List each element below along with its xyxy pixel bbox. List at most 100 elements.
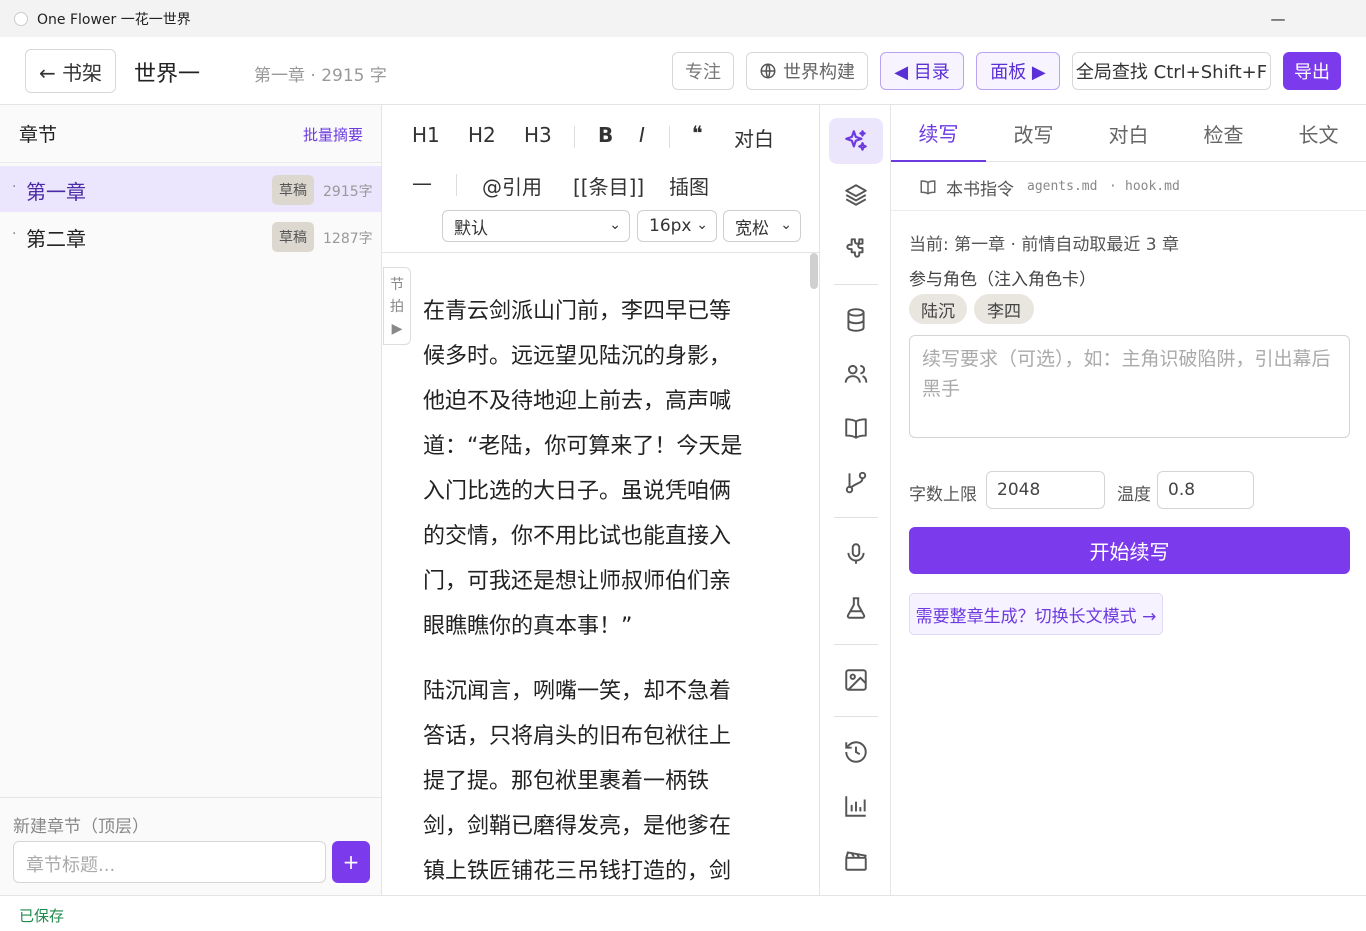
minimize-spacer [1250, 0, 1308, 37]
ai-sparkle-icon[interactable] [829, 118, 883, 164]
text-line: 候多时。远远望见陆沉的身影， [423, 344, 732, 369]
font-size-value: 16px [649, 216, 692, 236]
tab-rewrite[interactable]: 改写 [986, 105, 1081, 162]
cite-button[interactable]: @引用 [482, 171, 542, 200]
world-building-button[interactable]: 世界构建 [746, 52, 868, 90]
ai-panel: 续写 改写 对白 检查 长文 本书指令 agents.md · hook.md … [891, 105, 1366, 895]
chevron-down-icon: ⌄ [780, 217, 792, 233]
character-chip[interactable]: 陆沉 [909, 294, 967, 324]
horizontal-rule-button[interactable]: — [412, 171, 432, 195]
puzzle-icon[interactable] [829, 225, 883, 271]
chevron-down-icon: ⌄ [696, 217, 708, 233]
save-status: 已保存 [19, 907, 65, 925]
character-chip[interactable]: 李四 [974, 294, 1034, 324]
chapter-word-count: 2915字 [323, 184, 373, 200]
layers-icon[interactable] [829, 172, 883, 218]
word-limit-label: 字数上限 [909, 485, 977, 505]
instruction-file: hook.md [1125, 179, 1180, 194]
chapter-word-count: 第一章 · 2915 字 [254, 66, 387, 86]
chapter-item-2[interactable]: · 第二章 草稿 1287字 [0, 213, 381, 259]
book-icon[interactable] [829, 405, 883, 451]
tab-long-form[interactable]: 长文 [1271, 105, 1366, 162]
chapter-word-count: 1287字 [323, 231, 373, 247]
editor-content[interactable]: 节 拍 ▶ 在青云剑派山门前，李四早已等 候多时。远远望见陆沉的身影， 他迫不及… [382, 253, 819, 895]
toolbar-divider [456, 174, 457, 196]
play-icon: ▶ [391, 321, 403, 337]
panel-toggle-button[interactable]: 面板 ▶ [976, 52, 1060, 90]
chapter-sidebar: 章节 批量摘要 · 第一章 草稿 2915字 · 第二章 草稿 1287字 新建… [0, 105, 382, 895]
status-badge: 草稿 [272, 222, 314, 252]
heading-1-button[interactable]: H1 [412, 123, 440, 147]
switch-long-mode-link[interactable]: 需要整章生成？切换长文模式 → [909, 593, 1163, 635]
word-limit-input[interactable]: 2048 [986, 471, 1105, 509]
text-line: 剑，剑鞘已磨得发亮，是他爹在 [423, 814, 732, 839]
line-spacing-select[interactable]: 宽松 ⌄ [723, 210, 801, 242]
chapters-heading: 章节 [19, 124, 58, 146]
branch-icon[interactable] [829, 459, 883, 505]
text-line: 在青云剑派山门前，李四早已等 [423, 299, 732, 324]
paragraph: 在青云剑派山门前，李四早已等 候多时。远远望见陆沉的身影， 他迫不及待地迎上前去… [423, 289, 768, 649]
heading-2-button[interactable]: H2 [468, 123, 496, 147]
heading-3-button[interactable]: H3 [524, 123, 552, 147]
chart-icon[interactable] [829, 783, 883, 829]
microphone-icon[interactable] [829, 531, 883, 577]
insert-image-button[interactable]: 插图 [669, 171, 709, 200]
dialogue-button[interactable]: 对白 [734, 123, 774, 152]
italic-button[interactable]: I [639, 123, 645, 147]
chapter-title-input[interactable]: 章节标题... [13, 841, 326, 883]
status-bar: 已保存 [0, 895, 1366, 931]
bold-button[interactable]: B [598, 123, 613, 147]
image-icon[interactable] [829, 657, 883, 703]
batch-summary-link[interactable]: 批量摘要 [303, 124, 363, 145]
font-select[interactable]: 默认 ⌄ [442, 210, 630, 242]
text-line: 他迫不及待地迎上前去，高声喊 [423, 389, 732, 414]
toolbar-divider [669, 126, 670, 148]
toc-toggle-button[interactable]: ◀ 目录 [880, 52, 964, 90]
beat-panel-tab[interactable]: 节 拍 ▶ [383, 267, 411, 345]
instruction-file: agents.md [1027, 179, 1098, 194]
book-instructions-row[interactable]: 本书指令 agents.md · hook.md [891, 162, 1366, 211]
window-title: One Flower 一花一世界 [37, 11, 191, 28]
history-icon[interactable] [829, 729, 883, 775]
text-line: 提了提。那包袱里裹着一柄铁 [423, 769, 710, 794]
chapter-name: 第二章 [26, 227, 86, 251]
world-building-label: 世界构建 [783, 62, 855, 83]
add-chapter-button[interactable]: + [332, 841, 370, 883]
editor-scrollbar[interactable] [809, 253, 819, 895]
paragraph: 陆沉闻言，咧嘴一笑，却不急着 答话，只将肩头的旧布包袱往上 提了提。那包袱里裹着… [423, 669, 768, 894]
book-icon [920, 180, 936, 195]
editor-header: ← 书架 世界一 第一章 · 2915 字 专注 世界构建 ◀ 目录 面板 ▶ … [0, 37, 1366, 105]
tab-dialogue[interactable]: 对白 [1081, 105, 1176, 162]
characters-label: 参与角色（注入角色卡） [909, 270, 1096, 290]
globe-icon [760, 63, 776, 79]
global-search-button[interactable]: 全局查找 Ctrl+Shift+F [1072, 52, 1271, 90]
flask-icon[interactable] [829, 585, 883, 631]
toolbar-divider [574, 126, 575, 148]
database-icon[interactable] [829, 297, 883, 343]
rail-divider [834, 716, 878, 717]
chapter-name: 第一章 [26, 180, 86, 204]
characters-icon[interactable] [829, 351, 883, 397]
requirement-input[interactable]: 续写要求（可选），如：主角识破陷阱，引出幕后黑手 [909, 335, 1350, 438]
back-to-shelf-button[interactable]: ← 书架 [25, 49, 116, 93]
scrollbar-thumb[interactable] [810, 253, 818, 289]
tab-check[interactable]: 检查 [1176, 105, 1271, 162]
blockquote-button[interactable]: ❝ [692, 121, 703, 145]
focus-mode-button[interactable]: 专注 [672, 52, 734, 90]
chevron-down-icon: ⌄ [609, 217, 621, 233]
text-line: 入门比选的大日子。虽说凭咱俩 [423, 479, 732, 504]
chapter-item-1[interactable]: · 第一章 草稿 2915字 [0, 166, 381, 212]
export-button[interactable]: 导出 [1283, 52, 1341, 90]
tab-continue[interactable]: 续写 [891, 105, 986, 162]
font-select-value: 默认 [454, 218, 488, 239]
temperature-input[interactable]: 0.8 [1157, 471, 1254, 509]
beat-tab-char: 节 [390, 277, 404, 293]
book-instructions-label: 本书指令 [946, 180, 1014, 200]
clapperboard-icon[interactable] [829, 837, 883, 883]
text-line: 镇上铁匠铺花三吊钱打造的，剑 [423, 859, 732, 884]
editor-toolbar: H1 H2 H3 B I ❝ 对白 — @引用 [[条目]] 插图 默认 ⌄ 1… [382, 105, 819, 253]
font-size-select[interactable]: 16px ⌄ [637, 210, 717, 242]
start-continue-button[interactable]: 开始续写 [909, 527, 1350, 574]
rail-divider [834, 284, 878, 285]
entry-link-button[interactable]: [[条目]] [573, 171, 644, 200]
